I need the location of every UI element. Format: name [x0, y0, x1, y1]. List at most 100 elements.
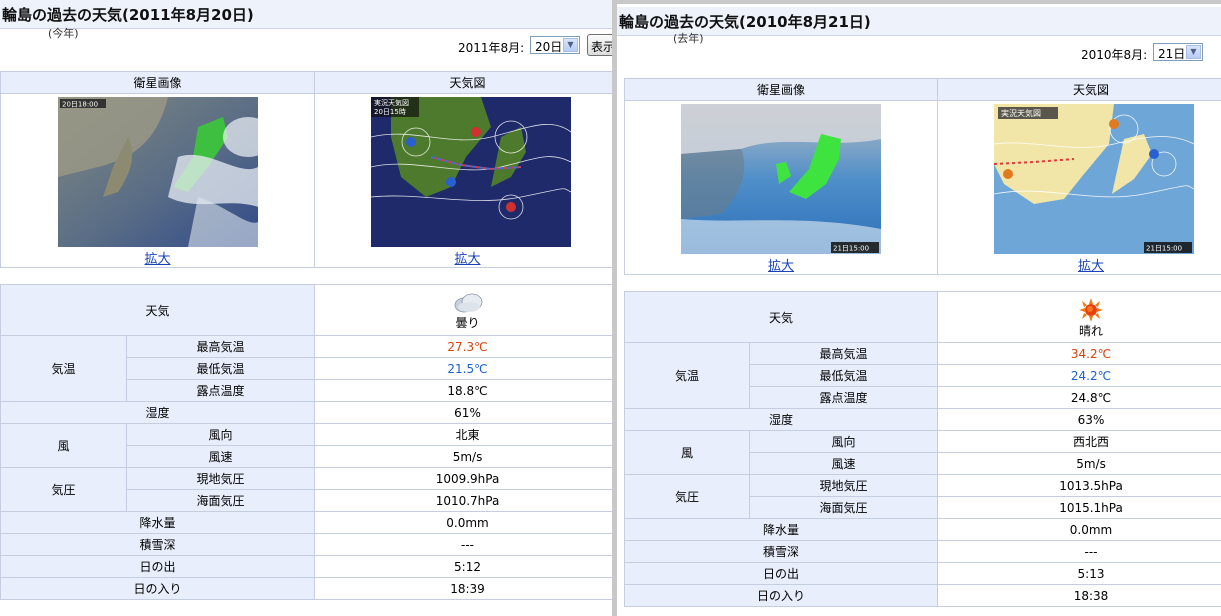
- page-title: 輪島の過去の天気(2010年8月21日): [619, 13, 871, 31]
- min-temp-label: 最低気温: [125, 357, 316, 380]
- sea-pressure-value: 1010.7hPa: [314, 489, 612, 512]
- precipitation-value: 0.0mm: [314, 511, 612, 534]
- image-table: 衛星画像 天気図: [624, 78, 1221, 275]
- snow-depth-label: 積雪深: [623, 540, 939, 563]
- dew-point-label: 露点温度: [125, 379, 316, 402]
- weather-value: 曇り: [455, 315, 480, 330]
- wind-direction-value: 西北西: [937, 430, 1221, 453]
- page-title: 輪島の過去の天気(2011年8月20日): [2, 6, 254, 24]
- station-pressure-label: 現地気圧: [748, 474, 939, 497]
- max-temp-value: 34.2℃: [937, 342, 1221, 365]
- weather-label: 天気: [623, 291, 939, 343]
- min-temp-value: 21.5℃: [314, 357, 612, 380]
- wind-speed-value: 5m/s: [937, 452, 1221, 475]
- station-pressure-value: 1013.5hPa: [937, 474, 1221, 497]
- chevron-down-icon[interactable]: ▼: [563, 38, 578, 52]
- day-select-value: 20日: [535, 40, 563, 54]
- sea-pressure-value: 1015.1hPa: [937, 496, 1221, 519]
- weather-label: 天気: [0, 284, 316, 336]
- satellite-cell: 20日18:00 拡大: [0, 93, 315, 268]
- dew-point-label: 露点温度: [748, 386, 939, 409]
- weather-map-title: 実況天気図: [374, 98, 409, 107]
- wind-label: 風: [0, 423, 127, 468]
- satellite-header: 衛星画像: [0, 71, 315, 94]
- weather-map-image[interactable]: 実況天気図 21日15:00: [994, 104, 1194, 254]
- sunset-value: 18:38: [937, 584, 1221, 607]
- humidity-label: 湿度: [623, 408, 939, 431]
- sunrise-value: 5:13: [937, 562, 1221, 585]
- weather-value-cell: 晴れ: [937, 291, 1221, 343]
- weather-map-title: 実況天気図: [1001, 108, 1041, 118]
- snow-depth-label: 積雪深: [0, 533, 316, 556]
- dew-point-value: 24.8℃: [937, 386, 1221, 409]
- sunrise-label: 日の出: [0, 555, 316, 578]
- station-pressure-value: 1009.9hPa: [314, 467, 612, 490]
- wind-direction-value: 北東: [314, 423, 612, 446]
- sunrise-value: 5:12: [314, 555, 612, 578]
- page-title-bar: 輪島の過去の天気(2011年8月20日): [0, 0, 612, 29]
- year-note: (去年): [673, 32, 704, 45]
- min-temp-value: 24.2℃: [937, 364, 1221, 387]
- dew-point-value: 18.8℃: [314, 379, 612, 402]
- weather-map-header: 天気図: [314, 71, 612, 94]
- weather-map-cell: 実況天気図 20日15時 拡大: [314, 93, 612, 268]
- satellite-image[interactable]: 21日15:00: [681, 104, 881, 254]
- weather-map-timestamp: 20日15時: [374, 108, 406, 116]
- humidity-value: 61%: [314, 401, 612, 424]
- cloudy-icon: [454, 293, 482, 312]
- page-title-bar: 輪島の過去の天気(2010年8月21日): [617, 7, 1221, 36]
- pressure-label: 気圧: [624, 474, 750, 519]
- image-table: 衛星画像 天気図: [0, 71, 612, 268]
- date-select-label: 2010年8月:: [1081, 48, 1148, 62]
- snow-depth-value: ---: [937, 540, 1221, 563]
- wind-speed-label: 風速: [748, 452, 939, 475]
- satellite-timestamp: 21日15:00: [833, 245, 869, 253]
- station-pressure-label: 現地気圧: [125, 467, 316, 490]
- weather-value: 晴れ: [1079, 323, 1104, 338]
- weather-data-table: 天気 晴れ 気温 最高気温 34.2℃ 最低気温 24.2℃ 露点温度 24.8…: [623, 291, 1221, 607]
- weather-map-zoom-link[interactable]: 拡大: [1078, 255, 1104, 274]
- max-temp-value: 27.3℃: [314, 335, 612, 358]
- weather-map-cell: 実況天気図 21日15:00 拡大: [937, 100, 1221, 275]
- day-select-value: 21日: [1158, 47, 1186, 61]
- weather-map-timestamp: 21日15:00: [1146, 245, 1182, 253]
- weather-map-zoom-link[interactable]: 拡大: [454, 248, 480, 267]
- humidity-label: 湿度: [0, 401, 316, 424]
- pressure-label: 気圧: [0, 467, 127, 512]
- day-select[interactable]: 21日 ▼: [1153, 43, 1203, 61]
- day-select[interactable]: 20日 ▼: [530, 36, 580, 54]
- weather-map-header: 天気図: [937, 78, 1221, 101]
- satellite-zoom-link[interactable]: 拡大: [768, 255, 794, 274]
- sunset-label: 日の入り: [0, 577, 316, 600]
- temperature-label: 気温: [624, 342, 750, 409]
- satellite-image[interactable]: 20日18:00: [58, 97, 258, 247]
- max-temp-label: 最高気温: [748, 342, 939, 365]
- sunrise-label: 日の出: [623, 562, 939, 585]
- satellite-zoom-link[interactable]: 拡大: [144, 248, 170, 267]
- sunny-icon: [1079, 297, 1104, 322]
- sea-pressure-label: 海面気圧: [748, 496, 939, 519]
- wind-speed-label: 風速: [125, 445, 316, 468]
- date-select-label: 2011年8月:: [458, 41, 525, 55]
- wind-direction-label: 風向: [125, 423, 316, 446]
- chevron-down-icon[interactable]: ▼: [1186, 45, 1201, 59]
- sunset-label: 日の入り: [623, 584, 939, 607]
- wind-label: 風: [624, 430, 750, 475]
- weather-map-image[interactable]: 実況天気図 20日15時: [371, 97, 571, 247]
- date-selector: 2011年8月: 20日 ▼ 表示: [458, 34, 612, 58]
- weather-value-cell: 曇り: [314, 284, 612, 336]
- min-temp-label: 最低気温: [748, 364, 939, 387]
- satellite-header: 衛星画像: [624, 78, 938, 101]
- max-temp-label: 最高気温: [125, 335, 316, 358]
- sea-pressure-label: 海面気圧: [125, 489, 316, 512]
- precipitation-label: 降水量: [623, 518, 939, 541]
- wind-direction-label: 風向: [748, 430, 939, 453]
- precipitation-label: 降水量: [0, 511, 316, 534]
- year-note: (今年): [48, 27, 79, 40]
- show-button[interactable]: 表示: [587, 34, 612, 56]
- left-weather-panel: 輪島の過去の天気(2011年8月20日) (今年) 2011年8月: 20日 ▼…: [0, 0, 612, 616]
- sunset-value: 18:39: [314, 577, 612, 600]
- precipitation-value: 0.0mm: [937, 518, 1221, 541]
- satellite-cell: 21日15:00 拡大: [624, 100, 938, 275]
- wind-speed-value: 5m/s: [314, 445, 612, 468]
